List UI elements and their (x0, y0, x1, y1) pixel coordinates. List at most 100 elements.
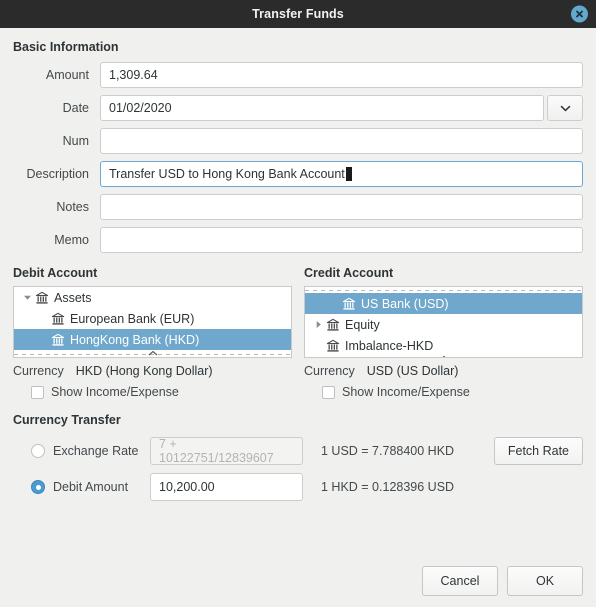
tree-row-label: HongKong Bank (HKD) (70, 332, 200, 347)
exchange-rate-row: Exchange Rate 7 + 10122751/12839607 1 US… (13, 435, 583, 467)
debit-account-column: Debit Account Assets European Bank (EUR) H… (13, 264, 292, 399)
usd-to-hkd-rate-text: 1 USD = 7.788400 HKD (321, 444, 455, 458)
credit-tree-scroll-indicator[interactable] (305, 355, 582, 357)
debit-account-tree[interactable]: Assets European Bank (EUR) HongKong Bank (… (13, 286, 292, 358)
fetch-rate-button[interactable]: Fetch Rate (493, 437, 583, 465)
checkbox-box (322, 385, 335, 399)
credit-currency-value: USD (US Dollar) (366, 364, 459, 378)
bank-icon (50, 332, 65, 347)
debit-currency-label: Currency (13, 364, 64, 378)
debit-currency-row: Currency HKD (Hong Kong Dollar) (13, 364, 292, 378)
accounts-area: Debit Account Assets European Bank (EUR) H… (13, 264, 583, 399)
bank-icon-glyph (326, 339, 339, 352)
form-row-num: Num (13, 128, 583, 154)
debit-amount-row: Debit Amount 10,200.00 1 HKD = 0.128396 … (13, 471, 583, 503)
input-num[interactable] (100, 128, 583, 154)
date-field-group: 01/02/2020 (100, 95, 583, 121)
dialog-footer: Cancel OK (422, 566, 583, 596)
credit-show-income-expense-label: Show Income/Expense (342, 385, 470, 399)
bank-icon-glyph (326, 318, 339, 331)
credit-currency-row: Currency USD (US Dollar) (304, 364, 583, 378)
tree-row[interactable]: Equity (305, 314, 582, 335)
input-amount[interactable]: 1,309.64 (100, 62, 583, 88)
basic-information-heading: Basic Information (13, 40, 119, 54)
chevron-up-icon (148, 350, 157, 356)
input-memo[interactable] (100, 227, 583, 253)
debit-tree-rows: Assets European Bank (EUR) HongKong Bank (… (14, 287, 291, 351)
checkbox-box (31, 385, 44, 399)
currency-transfer-heading: Currency Transfer (13, 413, 121, 427)
bank-icon (325, 317, 340, 332)
label-description: Description (26, 167, 89, 181)
bank-icon-glyph (51, 333, 64, 346)
bank-icon-glyph (51, 312, 64, 325)
form-row-date: Date 01/02/2020 (13, 95, 583, 121)
bank-icon (341, 296, 356, 311)
title-bar: Transfer Funds (0, 0, 596, 28)
credit-show-income-expense-checkbox[interactable]: Show Income/Expense (304, 385, 583, 399)
radio-mark (31, 480, 45, 494)
debit-amount-label: Debit Amount (53, 480, 129, 494)
basic-information-form: Amount 1,309.64 Date 01/02/2020 Num Descripti… (13, 62, 583, 253)
close-glyph (576, 10, 583, 18)
label-amount: Amount (45, 68, 89, 82)
credit-currency-label: Currency (304, 364, 355, 378)
bank-icon-glyph (35, 291, 48, 304)
form-row-description: Description Transfer USD to Hong Kong Ban… (13, 161, 583, 187)
tree-row[interactable]: Assets (14, 287, 291, 308)
input-description[interactable]: Transfer USD to Hong Kong Bank Account (100, 161, 583, 187)
debit-amount-radio[interactable]: Debit Amount (13, 480, 150, 494)
credit-tree-scroll-indicator-top[interactable] (305, 287, 582, 293)
input-date[interactable]: 01/02/2020 (100, 95, 544, 121)
text-caret (345, 167, 352, 181)
credit-account-column: Credit Account US Bank (USD) Equity Imbala… (304, 264, 583, 399)
close-icon[interactable] (571, 5, 588, 23)
tree-row[interactable]: European Bank (EUR) (14, 308, 291, 329)
chevron-down-icon (560, 105, 570, 111)
debit-account-heading: Debit Account (13, 266, 98, 280)
triangle-down-icon[interactable] (23, 293, 32, 302)
hkd-to-usd-rate-text: 1 HKD = 0.128396 USD (321, 480, 455, 494)
exchange-rate-radio[interactable]: Exchange Rate (13, 444, 150, 458)
input-value: Transfer USD to Hong Kong Bank Account (109, 167, 345, 181)
bank-icon-glyph (342, 297, 355, 310)
window-title: Transfer Funds (252, 7, 344, 21)
tree-row-label: Assets (54, 290, 92, 305)
tree-row-label: European Bank (EUR) (70, 311, 195, 326)
ok-button[interactable]: OK (507, 566, 583, 596)
credit-account-heading: Credit Account (304, 266, 394, 280)
input-value: 1,309.64 (109, 68, 158, 82)
debit-currency-value: HKD (Hong Kong Dollar) (75, 364, 213, 378)
tree-row[interactable]: HongKong Bank (HKD) (14, 329, 291, 350)
credit-account-tree[interactable]: US Bank (USD) Equity Imbalance-HKD (304, 286, 583, 358)
label-date: Date (62, 101, 89, 115)
credit-tree-rows: US Bank (USD) Equity Imbalance-HKD (305, 293, 582, 356)
tree-row-label: US Bank (USD) (361, 296, 449, 311)
tree-row[interactable]: Imbalance-HKD (305, 335, 582, 356)
exchange-rate-label: Exchange Rate (53, 444, 139, 458)
radio-mark (31, 444, 45, 458)
triangle-right-icon[interactable] (314, 320, 323, 329)
date-picker-button[interactable] (547, 95, 583, 121)
currency-transfer-section: Currency Transfer Exchange Rate 7 + 1012… (13, 413, 583, 503)
cancel-button[interactable]: Cancel (422, 566, 498, 596)
debit-tree-scroll-indicator[interactable] (14, 350, 291, 357)
label-memo: Memo (54, 233, 89, 247)
tree-expander-collapsed[interactable] (311, 320, 325, 329)
tree-row[interactable]: US Bank (USD) (305, 293, 582, 314)
label-notes: Notes (56, 200, 89, 214)
form-row-notes: Notes (13, 194, 583, 220)
exchange-rate-input[interactable]: 7 + 10122751/12839607 (150, 437, 303, 465)
debit-amount-input[interactable]: 10,200.00 (150, 473, 303, 501)
dialog-body: Basic Information Amount 1,309.64 Date 01/0… (0, 28, 596, 607)
form-row-amount: Amount 1,309.64 (13, 62, 583, 88)
debit-show-income-expense-label: Show Income/Expense (51, 385, 179, 399)
chevron-up-icon (442, 355, 445, 357)
label-num: Num (62, 134, 89, 148)
bank-icon (50, 311, 65, 326)
input-notes[interactable] (100, 194, 583, 220)
bank-icon (325, 338, 340, 353)
debit-show-income-expense-checkbox[interactable]: Show Income/Expense (13, 385, 292, 399)
form-row-memo: Memo (13, 227, 583, 253)
tree-expander-expanded[interactable] (20, 293, 34, 302)
